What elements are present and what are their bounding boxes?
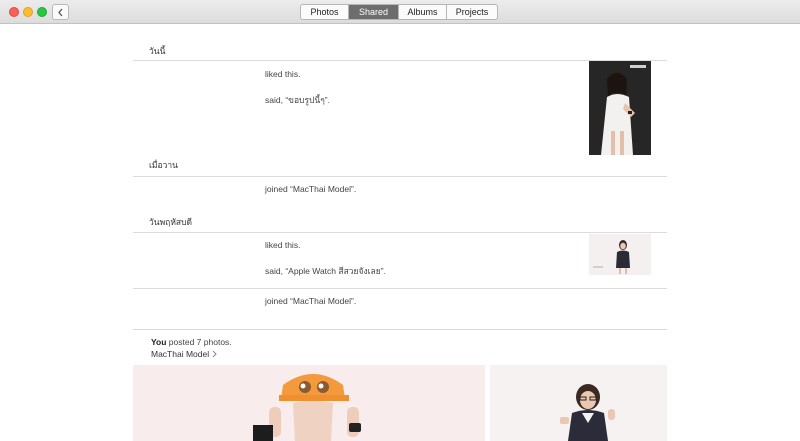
posted-photo-image xyxy=(133,365,485,441)
section-header-yesterday: เมื่อวาน xyxy=(149,160,178,170)
activity-item-joined: joined “MacThai Model”. xyxy=(265,184,357,194)
divider xyxy=(133,288,667,289)
landscape-photo-image xyxy=(589,234,651,275)
tab-albums[interactable]: Albums xyxy=(399,5,447,19)
portrait-photo-image xyxy=(589,61,651,155)
posted-photo[interactable] xyxy=(490,365,667,441)
minimize-window-button[interactable] xyxy=(23,7,33,17)
tab-shared[interactable]: Shared xyxy=(349,5,399,19)
divider xyxy=(133,60,667,61)
posted-photo[interactable] xyxy=(133,365,485,441)
divider xyxy=(133,329,667,330)
activity-item-liked: liked this. xyxy=(265,69,301,79)
tab-projects[interactable]: Projects xyxy=(447,5,497,19)
activity-feed: วันนี้ liked this. said, “ขอบรูปนี้ๆ”. เ… xyxy=(0,25,800,441)
activity-item-liked: liked this. xyxy=(265,240,301,250)
maximize-window-button[interactable] xyxy=(37,7,47,17)
shared-photo-thumbnail[interactable] xyxy=(589,234,651,275)
chevron-right-icon xyxy=(212,350,217,358)
divider xyxy=(133,232,667,233)
album-name: MacThai Model xyxy=(151,349,210,359)
activity-item-comment: said, “ขอบรูปนี้ๆ”. xyxy=(265,95,330,105)
chevron-left-icon xyxy=(58,8,63,16)
activity-item-comment: said, “Apple Watch สีสวยจังเลย”. xyxy=(265,266,386,276)
view-tabs: Photos Shared Albums Projects xyxy=(300,4,498,20)
shared-photo-thumbnail[interactable] xyxy=(589,61,651,155)
post-text: posted 7 photos. xyxy=(166,337,232,347)
section-header-thursday: วันพฤหัสบดี xyxy=(149,217,193,227)
tab-photos[interactable]: Photos xyxy=(301,5,349,19)
album-link[interactable]: MacThai Model xyxy=(151,349,217,359)
post-summary: You posted 7 photos. xyxy=(151,337,232,347)
divider xyxy=(133,176,667,177)
activity-item-joined: joined “MacThai Model”. xyxy=(265,296,357,306)
window-titlebar: Photos Shared Albums Projects xyxy=(0,0,800,24)
section-header-today: วันนี้ xyxy=(149,46,166,56)
post-author: You xyxy=(151,337,167,347)
close-window-button[interactable] xyxy=(9,7,19,17)
posted-photo-image xyxy=(490,365,667,441)
back-button[interactable] xyxy=(52,4,69,20)
